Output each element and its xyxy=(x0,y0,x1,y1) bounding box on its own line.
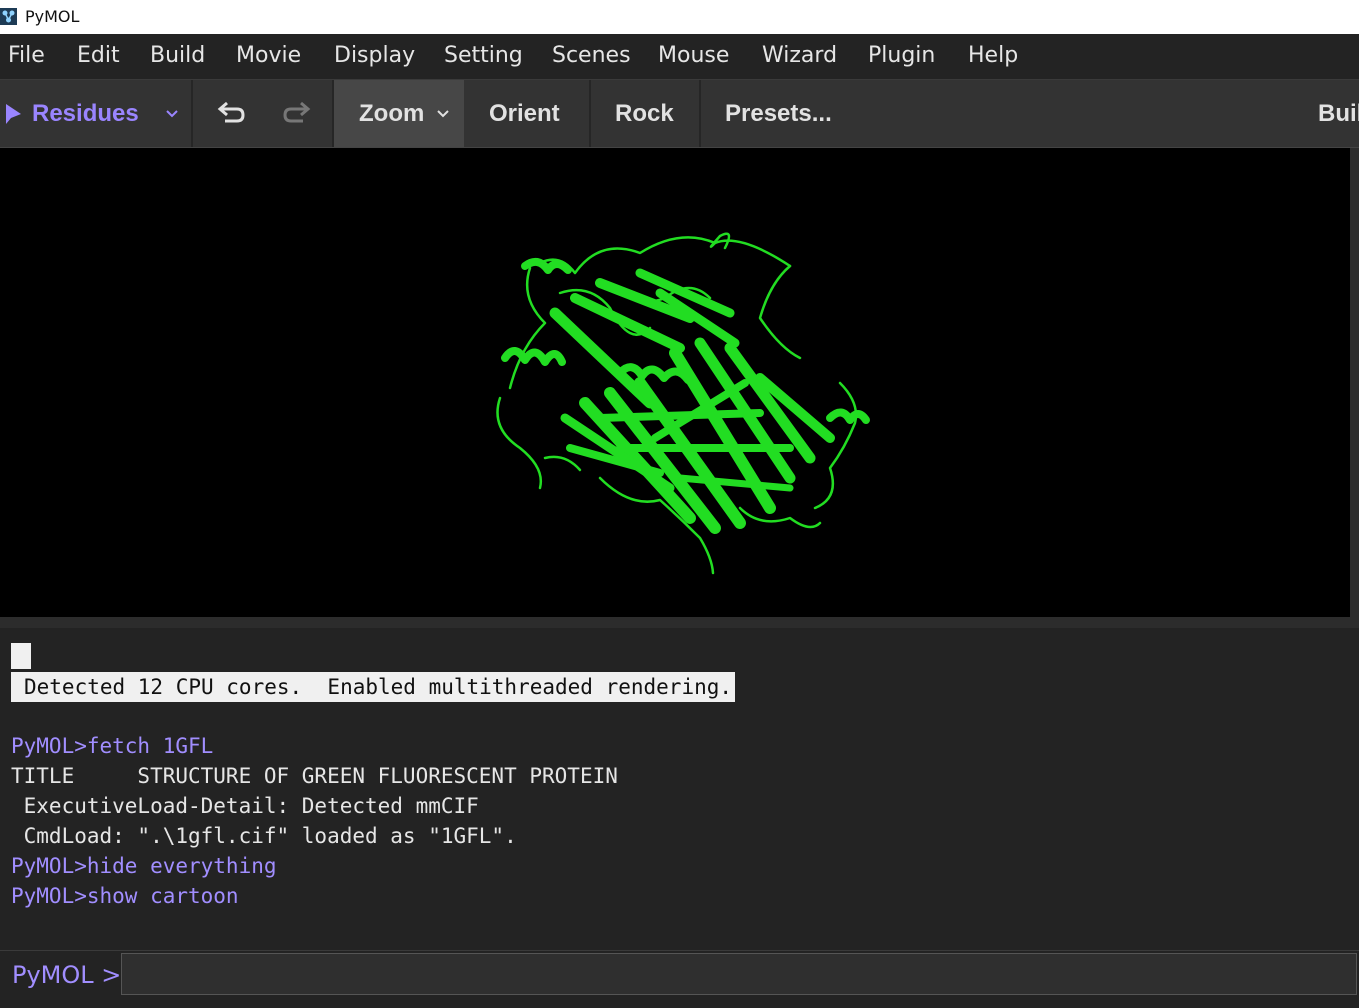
menu-wizard[interactable]: Wizard xyxy=(762,43,837,68)
menu-file[interactable]: File xyxy=(8,43,45,68)
menu-scenes[interactable]: Scenes xyxy=(552,43,631,68)
menu-build[interactable]: Build xyxy=(150,43,205,68)
menu-movie[interactable]: Movie xyxy=(236,43,301,68)
menu-mouse[interactable]: Mouse xyxy=(658,43,729,68)
title-bar: PyMOL xyxy=(0,0,1359,34)
console-cursor xyxy=(11,643,31,669)
command-prompt: PyMOL > xyxy=(12,961,122,989)
toolbar: Residues Zoom Orient Rock Presets... Bui… xyxy=(0,80,1359,148)
undo-button[interactable] xyxy=(210,80,250,147)
menu-edit[interactable]: Edit xyxy=(77,43,120,68)
console-line: PyMOL>show cartoon xyxy=(11,884,239,908)
menu-bar: File Edit Build Movie Display Setting Sc… xyxy=(0,34,1359,80)
window-title: PyMOL xyxy=(25,7,80,26)
menu-plugin[interactable]: Plugin xyxy=(868,43,935,68)
undo-icon xyxy=(217,101,245,122)
redo-icon xyxy=(283,101,311,122)
chevron-down-icon xyxy=(437,109,450,117)
zoom-label: Zoom xyxy=(359,99,425,127)
console-line: CmdLoad: ".\1gfl.cif" loaded as "1GFL". xyxy=(11,824,517,848)
zoom-dropdown[interactable]: Zoom xyxy=(334,80,464,147)
viewport-border xyxy=(1350,148,1359,628)
rock-button[interactable]: Rock xyxy=(615,80,674,147)
molecular-viewport[interactable] xyxy=(0,148,1350,617)
builder-button[interactable]: Buil xyxy=(1318,80,1359,147)
viewport-splitter[interactable] xyxy=(0,617,1359,628)
selection-mode-dropdown[interactable]: Residues xyxy=(0,80,190,147)
console-line: ExecutiveLoad-Detail: Detected mmCIF xyxy=(11,794,479,818)
pymol-app-icon xyxy=(0,8,17,25)
chevron-down-icon xyxy=(166,109,178,117)
console-line: PyMOL>fetch 1GFL xyxy=(11,734,214,758)
selection-mode-label: Residues xyxy=(32,99,139,127)
console-output: Detected 12 CPU cores. Enabled multithre… xyxy=(0,628,1359,950)
command-input[interactable] xyxy=(121,953,1357,995)
command-bar: PyMOL > xyxy=(0,950,1359,1008)
console-notice: Detected 12 CPU cores. Enabled multithre… xyxy=(11,672,736,702)
menu-display[interactable]: Display xyxy=(334,43,415,68)
console-line: PyMOL>hide everything xyxy=(11,854,277,878)
menu-help[interactable]: Help xyxy=(968,43,1018,68)
protein-cartoon xyxy=(496,232,870,575)
menu-setting[interactable]: Setting xyxy=(444,43,523,68)
presets-button[interactable]: Presets... xyxy=(725,80,832,147)
orient-button[interactable]: Orient xyxy=(489,80,560,147)
console-line: TITLE STRUCTURE OF GREEN FLUORESCENT PRO… xyxy=(11,764,618,788)
pointer-arrow-icon xyxy=(6,103,21,124)
redo-button[interactable] xyxy=(278,80,318,147)
